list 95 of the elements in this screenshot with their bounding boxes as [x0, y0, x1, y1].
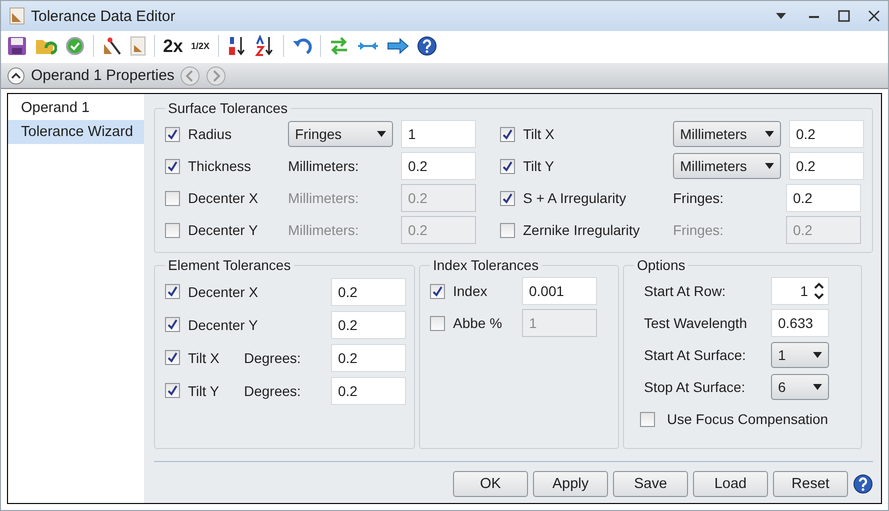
- unit-label: Millimeters:: [288, 222, 360, 238]
- unit-dropdown[interactable]: Millimeters: [673, 153, 781, 179]
- unit-label: Fringes:: [673, 222, 725, 238]
- unit-label: Fringes:: [673, 190, 725, 206]
- surface-dropdown[interactable]: 1: [771, 342, 829, 368]
- field-label: Tilt Y: [188, 382, 220, 398]
- maximize-icon[interactable]: [838, 10, 850, 22]
- input-field[interactable]: 0.2: [401, 152, 476, 180]
- caret-icon: [377, 131, 386, 137]
- window-title: Tolerance Data Editor: [31, 8, 176, 24]
- checkbox[interactable]: [430, 284, 445, 298]
- input-field[interactable]: 0.2: [331, 376, 406, 404]
- input-field[interactable]: 0.633: [771, 309, 829, 337]
- field-label: Use Focus Compensation: [666, 411, 830, 427]
- sort-alpha-icon[interactable]: [254, 35, 275, 57]
- zoom-in-button[interactable]: 2x: [163, 36, 184, 56]
- input-field[interactable]: 0.2: [331, 344, 406, 372]
- spinner-field[interactable]: 1: [771, 277, 829, 305]
- field-label: Tilt Y: [523, 158, 556, 174]
- collapse-icon[interactable]: [7, 66, 25, 84]
- caret-icon: [765, 131, 774, 137]
- unit-label: Degrees:: [244, 350, 302, 366]
- unit-label: Millimeters:: [288, 190, 360, 206]
- undo-icon[interactable]: [292, 36, 312, 56]
- swap-arrows-icon[interactable]: [328, 36, 349, 56]
- field-label: Tilt X: [188, 350, 220, 366]
- checkbox[interactable]: [165, 158, 180, 174]
- dialog-button[interactable]: OK: [453, 471, 528, 497]
- unit-label: Millimeters:: [288, 158, 360, 174]
- unit-dropdown[interactable]: Millimeters: [673, 121, 781, 147]
- arrow-right-icon[interactable]: [386, 36, 409, 56]
- document-icon[interactable]: [130, 36, 146, 56]
- checkbox[interactable]: [500, 222, 515, 238]
- field-label: Decenter Y: [188, 222, 259, 238]
- group-title: Surface Tolerances: [167, 100, 289, 116]
- check-icon[interactable]: [65, 36, 85, 56]
- field-label: Decenter Y: [188, 316, 259, 332]
- sidebar-item[interactable]: Tolerance Wizard: [8, 120, 144, 144]
- sidebar-item[interactable]: Operand 1: [8, 96, 144, 120]
- checkbox[interactable]: [165, 222, 180, 238]
- input-field[interactable]: 0.2: [789, 120, 864, 148]
- dialog-button[interactable]: Reset: [773, 471, 848, 497]
- caret-icon: [813, 352, 822, 358]
- input-field[interactable]: 0.2: [331, 310, 406, 338]
- checkbox[interactable]: [165, 350, 180, 365]
- field-label: Decenter X: [188, 190, 260, 206]
- unit-dropdown[interactable]: Fringes: [288, 121, 393, 147]
- properties-title: Operand 1 Properties: [31, 67, 174, 84]
- dialog-button[interactable]: Load: [693, 471, 768, 497]
- field-label: Test Wavelength: [643, 315, 748, 331]
- spin-arrows-icon[interactable]: [814, 282, 824, 300]
- group-title: Element Tolerances: [167, 257, 292, 273]
- field-label: Tilt X: [523, 126, 556, 142]
- checkbox[interactable]: [500, 126, 515, 142]
- field-label: Decenter X: [188, 284, 260, 300]
- checkbox[interactable]: [165, 190, 180, 206]
- input-field[interactable]: 0.2: [331, 278, 406, 306]
- zoom-out-button[interactable]: 1/2X: [191, 41, 210, 51]
- checkbox[interactable]: [430, 316, 445, 330]
- checkbox[interactable]: [165, 126, 180, 142]
- caret-icon: [813, 384, 822, 390]
- field-label: S + A Irregularity: [523, 190, 628, 206]
- save-icon[interactable]: [7, 36, 27, 56]
- surface-dropdown[interactable]: 6: [771, 374, 829, 400]
- field-label: Zernike Irregularity: [523, 222, 641, 238]
- checkbox[interactable]: [165, 317, 180, 332]
- caret-icon: [765, 163, 774, 169]
- field-label: Abbe %: [453, 315, 504, 331]
- checkbox[interactable]: [500, 190, 515, 206]
- field-label: Thickness: [188, 158, 252, 174]
- checkbox[interactable]: [165, 383, 180, 398]
- field-label: Start At Surface:: [643, 347, 747, 363]
- help-icon[interactable]: [853, 474, 873, 494]
- sort-numeric-icon[interactable]: [226, 35, 247, 57]
- field-label: Start At Row:: [643, 283, 727, 299]
- checkbox[interactable]: [640, 412, 655, 426]
- dropdown-icon[interactable]: [776, 13, 786, 19]
- unit-label: Degrees:: [244, 382, 302, 398]
- input-field[interactable]: 0.2: [789, 152, 864, 180]
- help-icon[interactable]: [416, 36, 437, 56]
- input-field[interactable]: 1: [401, 120, 476, 148]
- checkbox[interactable]: [500, 158, 515, 174]
- app-icon: [9, 7, 25, 25]
- input-field[interactable]: 0.2: [786, 184, 861, 212]
- field-label: Radius: [188, 126, 233, 142]
- close-icon[interactable]: [868, 10, 880, 22]
- input-field[interactable]: 0.001: [522, 277, 597, 305]
- checkbox[interactable]: [165, 284, 180, 299]
- dialog-button[interactable]: Apply: [533, 471, 608, 497]
- wand-icon[interactable]: [102, 36, 122, 56]
- dialog-button[interactable]: Save: [613, 471, 688, 497]
- group-title: Index Tolerances: [432, 257, 540, 273]
- field-label: Index: [453, 283, 488, 299]
- field-label: Stop At Surface:: [643, 379, 746, 395]
- group-title: Options: [636, 257, 686, 273]
